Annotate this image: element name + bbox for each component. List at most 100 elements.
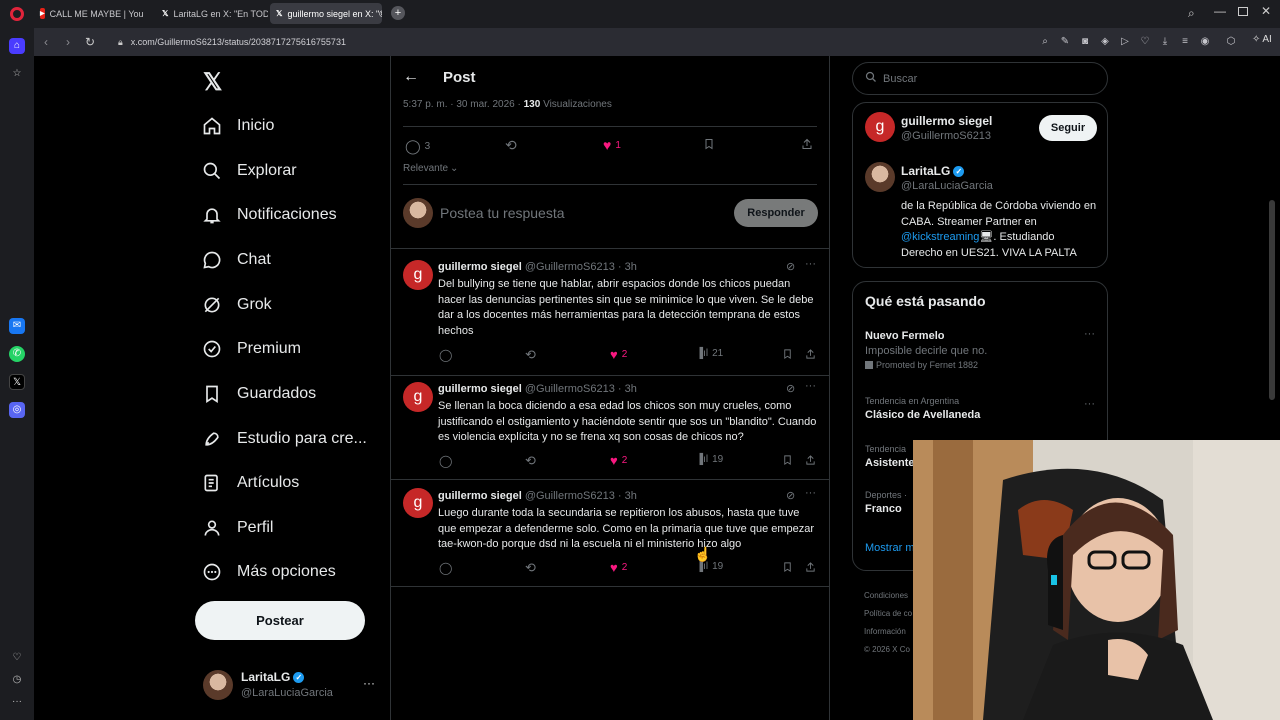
maximize-button[interactable] xyxy=(1238,7,1248,16)
star-icon[interactable]: ☆ xyxy=(9,66,25,82)
bookmark-icon[interactable] xyxy=(782,348,793,360)
avatar[interactable] xyxy=(865,162,895,192)
x-logo-icon[interactable]: 𝕏 xyxy=(9,374,25,390)
back-arrow-icon[interactable]: ← xyxy=(403,68,419,86)
forward-icon[interactable]: › xyxy=(60,34,76,50)
nav-item-inicio[interactable]: Inicio xyxy=(202,111,274,141)
more-horizontal-icon[interactable]: ··· xyxy=(805,258,816,270)
heart-icon[interactable]: ♡ xyxy=(9,650,25,666)
trend-item[interactable]: Tendencia en Argentina Clásico de Avella… xyxy=(865,396,1097,421)
bio-link[interactable]: @kickstreaming xyxy=(901,231,979,243)
nav-item-explorar[interactable]: Explorar xyxy=(202,156,297,186)
edit-icon[interactable]: ✎ xyxy=(1058,35,1072,49)
footer-link[interactable]: Política de co xyxy=(864,605,912,623)
comment-icon[interactable]: ◯ xyxy=(439,561,452,575)
x-logo-icon[interactable]: 𝕏 xyxy=(203,68,222,97)
heart-outline-icon[interactable]: ♡ xyxy=(1138,35,1152,49)
nav-item-estudio[interactable]: Estudio para cre... xyxy=(202,424,367,454)
reply-author: guillermo siegel xyxy=(438,383,522,395)
profile-icon[interactable]: ◉ xyxy=(1198,35,1212,49)
like-action[interactable]: ♥ 2 xyxy=(610,347,627,362)
more-horizontal-icon[interactable]: ··· xyxy=(1084,398,1095,410)
nav-item-mas-opciones[interactable]: Más opciones xyxy=(202,557,336,587)
more-horizontal-icon[interactable]: ··· xyxy=(363,676,375,690)
grok-icon[interactable]: ⊘ xyxy=(786,260,795,273)
search-tabs-icon[interactable]: ⌕ xyxy=(1188,6,1195,21)
profile-name[interactable]: guillermo siegel xyxy=(901,114,992,128)
close-window-button[interactable]: ✕ xyxy=(1261,4,1271,18)
more-horizontal-icon[interactable]: ··· xyxy=(1084,328,1095,340)
reply-button[interactable]: Responder xyxy=(734,199,818,227)
nav-item-grok[interactable]: Grok xyxy=(202,290,272,320)
more-horizontal-icon[interactable]: ··· xyxy=(805,380,816,392)
post-button[interactable]: Postear xyxy=(195,601,365,640)
tab-youtube[interactable]: ▶ CALL ME MAYBE | You xyxy=(34,3,146,24)
bookmark-action[interactable] xyxy=(703,137,715,154)
reload-icon[interactable]: ↻ xyxy=(82,34,98,50)
share-action[interactable] xyxy=(801,137,813,154)
opera-logo-icon[interactable] xyxy=(10,7,24,21)
back-icon[interactable]: ‹ xyxy=(38,34,54,50)
reply-item[interactable]: g guillermo siegel @GuillermoS6213 · 3h … xyxy=(391,249,829,369)
views-action[interactable]: ▐ıl 19 xyxy=(696,454,723,465)
messenger-icon[interactable]: ✉ xyxy=(9,318,25,334)
camera-icon[interactable]: ◙ xyxy=(1078,35,1092,49)
nav-item-guardados[interactable]: Guardados xyxy=(202,379,316,409)
sort-dropdown[interactable]: Relevante ⌄ xyxy=(403,163,458,174)
discord-icon[interactable]: ◎ xyxy=(9,402,25,418)
search-input[interactable]: Buscar xyxy=(852,62,1108,95)
show-more-link[interactable]: Mostrar m xyxy=(865,542,915,554)
menu-icon[interactable]: ≡ xyxy=(1178,35,1192,49)
views-action[interactable]: ▐ıl 21 xyxy=(696,348,723,359)
footer-link[interactable]: Información xyxy=(864,623,912,641)
share-icon[interactable] xyxy=(805,348,816,360)
like-action[interactable]: ♥ 2 xyxy=(610,560,627,575)
tab-guillermo[interactable]: 𝕏 guillermo siegel en X: "© xyxy=(270,3,382,24)
nav-item-premium[interactable]: Premium xyxy=(202,334,301,364)
follow-button[interactable]: Seguir xyxy=(1039,115,1097,141)
scrollbar-thumb[interactable] xyxy=(1269,200,1275,400)
reply-action[interactable]: ◯ 3 xyxy=(405,138,430,155)
trend-item[interactable]: Nuevo Fermelo Imposible decirle que no. … xyxy=(865,328,1097,370)
nav-item-chat[interactable]: Chat xyxy=(202,245,271,275)
grok-icon[interactable]: ⊘ xyxy=(786,382,795,395)
bookmark-icon[interactable] xyxy=(782,454,793,466)
like-action[interactable]: ♥ 1 xyxy=(603,137,621,153)
history-icon[interactable]: ◷ xyxy=(9,672,25,688)
repost-action[interactable]: ⟲ xyxy=(505,137,517,154)
new-tab-button[interactable]: + xyxy=(391,6,405,20)
more-horizontal-icon[interactable]: ··· xyxy=(805,487,816,499)
grok-icon[interactable]: ⊘ xyxy=(786,489,795,502)
repost-icon[interactable]: ⟲ xyxy=(525,453,536,469)
bookmark-icon[interactable] xyxy=(782,561,793,573)
share-icon[interactable] xyxy=(805,561,816,573)
comment-icon[interactable]: ◯ xyxy=(439,348,452,362)
shield-icon[interactable]: ◈ xyxy=(1098,35,1112,49)
comment-icon[interactable]: ◯ xyxy=(439,454,452,468)
download-icon[interactable]: ⤓ xyxy=(1158,35,1172,49)
extensions-icon[interactable]: ⬡ xyxy=(1224,35,1238,49)
nav-item-articulos[interactable]: Artículos xyxy=(202,468,299,498)
avatar[interactable]: g xyxy=(865,112,895,142)
footer-link[interactable]: Condiciones xyxy=(864,587,912,605)
whatsapp-icon[interactable]: ✆ xyxy=(9,346,25,362)
reply-item[interactable]: g guillermo siegel @GuillermoS6213 · 3h … xyxy=(391,480,829,584)
nav-item-notificaciones[interactable]: Notificaciones xyxy=(202,200,337,230)
nav-item-perfil[interactable]: Perfil xyxy=(202,513,273,543)
minimize-button[interactable]: — xyxy=(1214,4,1226,18)
play-icon[interactable]: ▷ xyxy=(1118,35,1132,49)
more-icon[interactable]: ··· xyxy=(9,694,25,710)
home-icon[interactable]: ⌂ xyxy=(9,38,25,54)
like-action[interactable]: ♥ 2 xyxy=(610,453,627,468)
author-name[interactable]: LaritaLG xyxy=(901,164,950,178)
account-switcher[interactable]: LaritaLG ✓ @LaraLuciaGarcia ··· xyxy=(203,668,378,704)
repost-icon[interactable]: ⟲ xyxy=(525,347,536,363)
reply-item[interactable]: g guillermo siegel @GuillermoS6213 · 3h … xyxy=(391,376,829,478)
ai-button[interactable]: ✧ AI xyxy=(1252,34,1272,45)
repost-icon[interactable]: ⟲ xyxy=(525,560,536,576)
scrollbar[interactable] xyxy=(1268,60,1276,440)
reply-input[interactable]: Postea tu respuesta xyxy=(440,205,565,221)
share-icon[interactable] xyxy=(805,454,816,466)
zoom-icon[interactable]: ⌕ xyxy=(1038,35,1052,49)
tab-larita[interactable]: 𝕏 LaritaLG en X: "En TODAS xyxy=(156,3,268,24)
